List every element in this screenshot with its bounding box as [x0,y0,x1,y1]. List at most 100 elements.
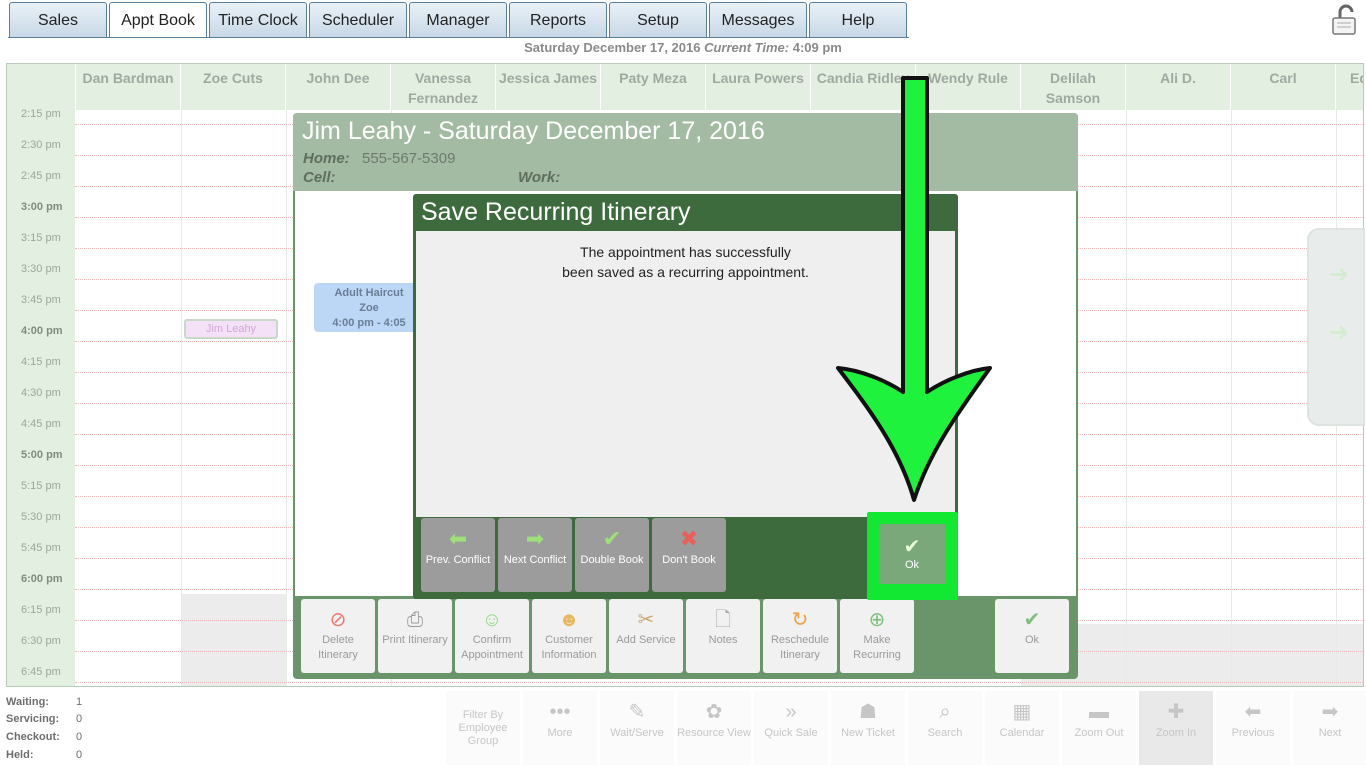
check-icon: ✔ [1023,609,1041,631]
calendar-button[interactable]: ▦ Calendar [985,691,1059,765]
time-slot-label: 5:15 pm [21,480,61,492]
wait-serve-icon: ✎ [628,701,646,723]
right-arrow-icon: ➜ [1329,261,1350,288]
time-slot-line [75,682,1363,683]
column-divider [1126,110,1127,686]
reschedule-icon: ↻ [791,609,809,631]
notes-button[interactable]: 🗋 Notes [686,599,760,673]
add-service-button[interactable]: ✂ Add Service [609,599,683,673]
time-column-header [7,64,76,110]
next-conflict-button[interactable]: ➡ Next Conflict [498,518,572,592]
employee-header[interactable]: John Dee [286,64,391,110]
resource-view-button[interactable]: ✿ Resource View [677,691,751,765]
work-phone-label: Work: [518,169,561,186]
appointment-employee: Zoe [359,302,379,314]
tab-messages[interactable]: Messages [709,2,807,37]
quick-sale-button[interactable]: » Quick Sale [754,691,828,765]
zoom-out-icon: ▬ [1089,701,1109,723]
x-icon: ✖ [679,526,699,551]
filter-employee-group-button[interactable]: Filter By Employee Group [446,691,520,765]
new-ticket-button[interactable]: ☗ New Ticket [831,691,905,765]
current-date: Saturday December 17, 2016 [524,40,701,55]
next-button[interactable]: ➡ Next [1293,691,1366,765]
appointment-card[interactable]: Adult Haircut Zoe 4:00 pm - 4:05 [314,283,424,332]
tab-time-clock[interactable]: Time Clock [209,2,307,37]
tab-sales[interactable]: Sales [9,2,107,37]
recurring-icon: ⊕ [868,609,886,631]
right-arrow-icon: ➡ [525,526,545,551]
dont-book-button[interactable]: ✖ Don't Book [652,518,726,592]
previous-button[interactable]: ⬅ Previous [1216,691,1290,765]
reschedule-itinerary-button[interactable]: ↻ Reschedule Itinerary [763,599,837,673]
tab-manager[interactable]: Manager [409,2,507,37]
confirm-appointment-button[interactable]: ☺ Confirm Appointment [455,599,529,673]
tab-appt-book[interactable]: Appt Book [109,2,207,38]
time-slot-label: 3:00 pm [21,201,63,213]
more-button[interactable]: ••• More [523,691,597,765]
home-phone-label: Home: [303,150,350,167]
appointment-service: Adult Haircut [334,287,404,299]
employee-header[interactable]: Zoe Cuts [181,64,286,110]
appointment-time: 4:00 pm - 4:05 [332,317,406,329]
time-slot-label: 5:45 pm [21,542,61,554]
employee-header[interactable]: Jessica James [496,64,601,110]
side-navigation[interactable]: ➜ ➜ [1307,228,1365,426]
tab-scheduler[interactable]: Scheduler [309,2,407,37]
wait-serve-button[interactable]: ✎ Wait/Serve [600,691,674,765]
time-slot-label: 6:30 pm [21,635,61,647]
employee-header[interactable]: Paty Meza [601,64,706,110]
unavailable-slot [181,594,286,686]
dialog-ok-button[interactable]: ✔ Ok [879,524,945,584]
employee-header[interactable]: Ed [1336,64,1363,110]
waiting-label: Waiting: [6,696,49,708]
prev-conflict-button[interactable]: ⬅ Prev. Conflict [421,518,495,592]
current-time: 4:09 pm [792,40,842,55]
printer-icon: ⎙ [407,609,423,631]
employee-header[interactable]: Ali D. [1126,64,1231,110]
time-slot-label: 6:45 pm [21,666,61,678]
delete-itinerary-button[interactable]: ⊘ Delete Itinerary [301,599,375,673]
zoom-in-icon: ✚ [1167,701,1185,723]
time-slot-label: 4:15 pm [21,356,61,368]
home-phone-value: 555-567-5309 [362,150,456,167]
servicing-count: 0 [76,713,83,725]
employee-header[interactable]: Delilah Samson [1021,64,1126,110]
employee-header[interactable]: Dan Bardman [76,64,181,110]
appointment-block[interactable]: Jim Leahy [184,319,278,339]
zoom-out-button[interactable]: ▬ Zoom Out [1062,691,1136,765]
search-icon: ⌕ [939,701,951,723]
tab-reports[interactable]: Reports [509,2,607,37]
time-slot-label: 5:30 pm [21,511,61,523]
person-icon: ☻ [558,609,580,631]
top-nav: Sales Appt Book Time Clock Scheduler Man… [0,0,1366,38]
quick-sale-icon: » [785,701,797,723]
tab-help[interactable]: Help [809,2,907,37]
delete-icon: ⊘ [329,609,347,631]
double-book-button[interactable]: ✔ Double Book [575,518,649,592]
column-divider [286,110,287,686]
customer-information-button[interactable]: ☻ Customer Information [532,599,606,673]
held-count: 0 [76,749,83,761]
checkout-count: 0 [76,731,83,743]
page-subtitle: Saturday December 17, 2016 Current Time:… [0,40,1366,55]
time-slot-label: 4:00 pm [21,325,63,337]
time-slot-label: 2:15 pm [21,108,61,120]
time-slot-label: 4:30 pm [21,387,61,399]
tab-setup[interactable]: Setup [609,2,707,37]
search-button[interactable]: ⌕ Search [908,691,982,765]
print-itinerary-button[interactable]: ⎙ Print Itinerary [378,599,452,673]
previous-icon: ⬅ [1244,701,1262,723]
smiley-icon: ☺ [481,609,503,631]
employee-header[interactable]: Carl [1231,64,1336,110]
column-divider [1231,110,1232,686]
lock-icon[interactable] [1330,4,1360,36]
left-arrow-icon: ⬅ [448,526,468,551]
waiting-count: 1 [76,696,83,708]
make-recurring-button[interactable]: ⊕ Make Recurring [840,599,914,673]
itinerary-ok-button[interactable]: ✔ Ok [995,599,1069,673]
zoom-in-button[interactable]: ✚ Zoom In [1139,691,1213,765]
employee-header[interactable]: Vanessa Fernandez [391,64,496,110]
employee-header[interactable]: Laura Powers [706,64,811,110]
time-slot-label: 3:15 pm [21,232,61,244]
next-icon: ➡ [1321,701,1339,723]
